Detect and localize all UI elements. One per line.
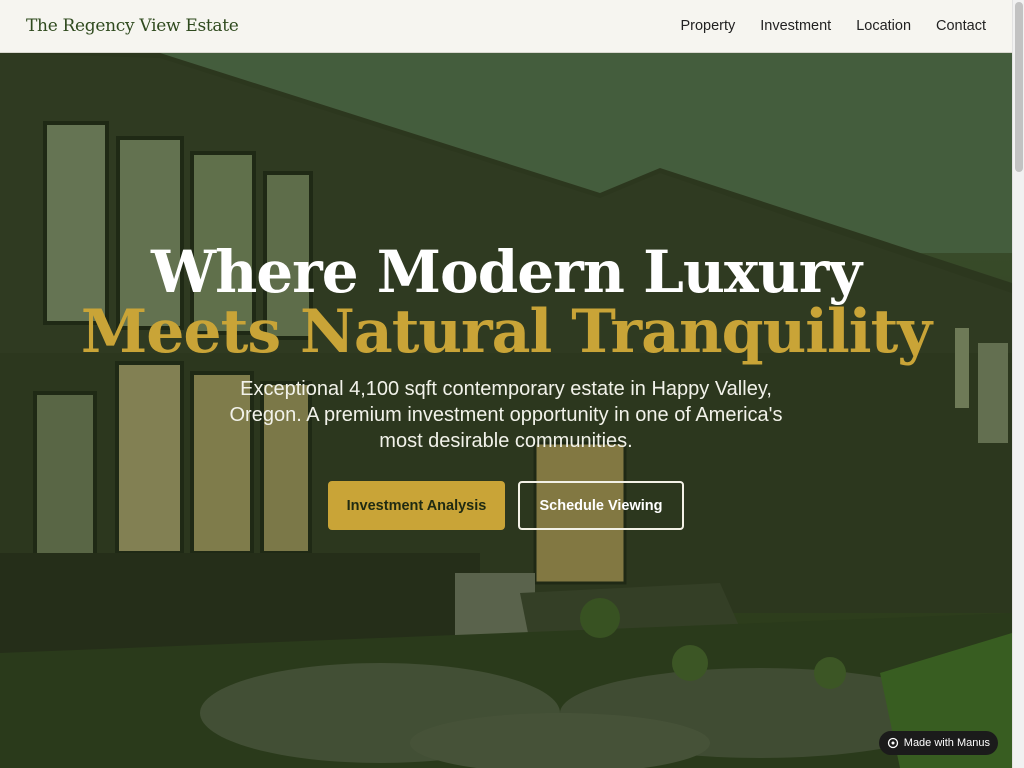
made-with-manus-badge[interactable]: Made with Manus (878, 731, 998, 755)
hero-subtitle: Exceptional 4,100 sqft contemporary esta… (229, 378, 783, 452)
nav-contact[interactable]: Contact (936, 18, 986, 34)
main-nav: Property Investment Location Contact (680, 18, 986, 34)
hero-title-line1: Where Modern Luxury (150, 238, 862, 306)
nav-property[interactable]: Property (680, 18, 735, 34)
scrollbar-thumb[interactable] (1015, 2, 1023, 172)
brand-logo[interactable]: The Regency View Estate (26, 16, 239, 36)
hero-section: Where Modern Luxury Meets Natural Tranqu… (0, 53, 1012, 768)
manus-logo-icon (887, 737, 898, 749)
site-header: The Regency View Estate Property Investm… (0, 0, 1012, 53)
page-scrollbar[interactable] (1012, 0, 1024, 768)
hero-title-line2: Meets Natural Tranquility (80, 297, 932, 367)
badge-label: Made with Manus (903, 737, 990, 749)
nav-location[interactable]: Location (856, 18, 911, 34)
schedule-viewing-button[interactable]: Schedule Viewing (518, 481, 684, 530)
nav-investment[interactable]: Investment (760, 18, 831, 34)
investment-analysis-button[interactable]: Investment Analysis (328, 481, 505, 530)
